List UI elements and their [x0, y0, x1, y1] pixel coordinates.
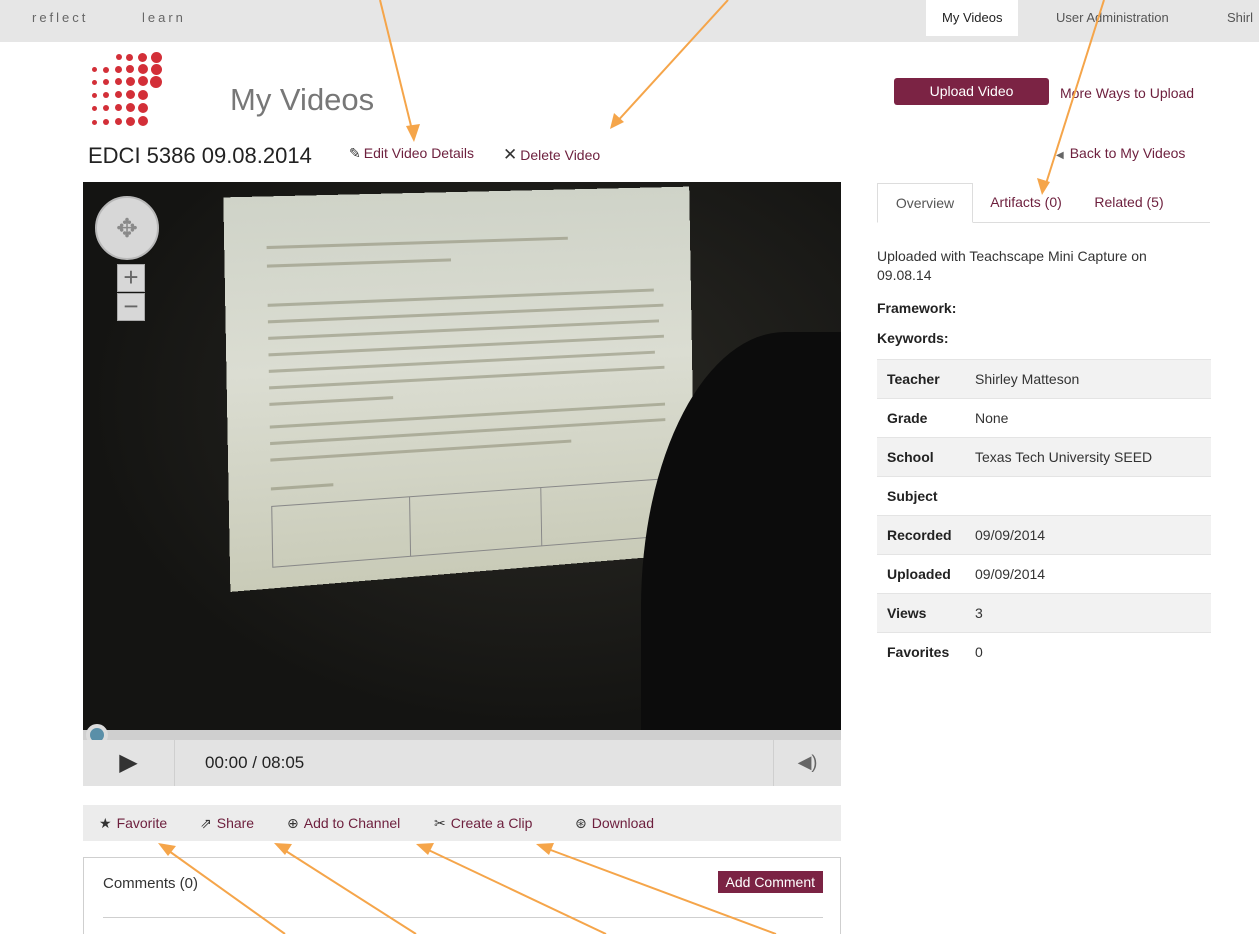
detail-key: Favorites [877, 632, 965, 672]
star-icon: ★ [99, 815, 112, 831]
delete-video-link[interactable]: ✕ Delete Video [503, 145, 600, 165]
top-bar: reflect learn My Videos User Administrat… [0, 0, 1259, 42]
play-icon: ▶ [119, 749, 138, 776]
detail-value: None [965, 398, 1211, 438]
arrowhead-favorite [158, 843, 176, 856]
arrowhead-channel [416, 843, 434, 855]
table-row: Recorded 09/09/2014 [877, 515, 1211, 555]
video-screen[interactable]: ✥ + − [83, 182, 841, 730]
arrowhead-delete [610, 113, 624, 129]
detail-value: Texas Tech University SEED [965, 437, 1211, 477]
detail-key: Recorded [877, 515, 965, 555]
detail-value: 09/09/2014 [965, 515, 1211, 555]
video-details-table: Teacher Shirley Matteson Grade None School… [877, 359, 1211, 672]
detail-key: Grade [877, 398, 965, 438]
zoom-in-button[interactable]: + [117, 264, 145, 292]
detail-key: Uploaded [877, 554, 965, 594]
upload-info: Uploaded with Teachscape Mini Capture on… [877, 248, 1147, 283]
favorite-label: Favorite [116, 815, 168, 831]
nav-user-menu[interactable]: Shirl [1227, 0, 1253, 36]
download-button[interactable]: ⊛ Download [575, 815, 654, 832]
tab-related[interactable]: Related (5) [1087, 183, 1171, 223]
brand-learn[interactable]: learn [142, 10, 186, 25]
share-icon: ⇗ [200, 815, 212, 831]
tab-overview[interactable]: Overview [877, 183, 973, 223]
volume-icon: ◀) [797, 752, 818, 772]
detail-value: 0 [965, 632, 1211, 672]
detail-value [965, 476, 1211, 516]
detail-key: Views [877, 593, 965, 633]
tab-artifacts[interactable]: Artifacts (0) [981, 183, 1071, 223]
detail-value: 3 [965, 593, 1211, 633]
add-to-channel-button[interactable]: ⊕ Add to Channel [287, 815, 400, 832]
more-ways-to-upload-link[interactable]: More Ways to Upload [1060, 85, 1194, 101]
video-frame-slide [223, 186, 696, 592]
scissors-icon: ✂ [434, 815, 446, 831]
detail-key: School [877, 437, 965, 477]
back-link-label: Back to My Videos [1069, 145, 1186, 161]
detail-key: Subject [877, 476, 965, 516]
framework-label: Framework: [877, 300, 957, 316]
download-icon: ⊛ [575, 815, 587, 831]
brand-reflect[interactable]: reflect [32, 10, 88, 25]
video-action-bar: ★ Favorite ⇗ Share ⊕ Add to Channel ✂ Create… [83, 805, 841, 841]
table-row: Teacher Shirley Matteson [877, 359, 1211, 399]
back-to-my-videos-link[interactable]: ◀ Back to My Videos [1056, 145, 1185, 161]
favorite-button[interactable]: ★ Favorite [99, 815, 167, 832]
detail-value: 09/09/2014 [965, 554, 1211, 594]
table-row: Subject [877, 476, 1211, 516]
arrowhead-clip [536, 843, 554, 855]
table-row: Grade None [877, 398, 1211, 438]
keywords-label: Keywords: [877, 330, 949, 346]
detail-key: Teacher [877, 359, 965, 399]
table-row: Uploaded 09/09/2014 [877, 554, 1211, 594]
share-button[interactable]: ⇗ Share [200, 815, 254, 832]
delete-label: Delete Video [520, 147, 601, 163]
close-icon: ✕ [503, 145, 518, 164]
table-row: Views 3 [877, 593, 1211, 633]
arrowhead-share [274, 843, 292, 855]
plus-circle-icon: ⊕ [287, 815, 299, 831]
video-player[interactable]: ✥ + − ▶ 00:00 / 08:05 ◀) [83, 182, 841, 786]
player-controls: ▶ 00:00 / 08:05 ◀) [83, 740, 841, 786]
info-tabs: Overview Artifacts (0) Related (5) [877, 183, 1210, 223]
volume-button[interactable]: ◀) [773, 740, 841, 786]
zoom-out-button[interactable]: − [117, 293, 145, 321]
play-button[interactable]: ▶ [83, 740, 175, 786]
upload-video-button[interactable]: Upload Video [894, 78, 1049, 105]
pan-control-icon[interactable]: ✥ [95, 196, 159, 260]
progress-bar[interactable] [83, 730, 841, 740]
comments-label: Comments (0) [103, 875, 199, 892]
add-comment-button[interactable]: Add Comment [717, 871, 823, 893]
comments-panel: Comments (0) Add Comment [83, 857, 841, 934]
edit-label: Edit Video Details [363, 145, 474, 161]
nav-user-administration[interactable]: User Administration [1056, 0, 1169, 36]
logo [88, 52, 172, 134]
table-row: Favorites 0 [877, 632, 1211, 672]
create-clip-button[interactable]: ✂ Create a Clip [434, 815, 532, 832]
download-label: Download [591, 815, 654, 831]
create-clip-label: Create a Clip [450, 815, 533, 831]
table-row: School Texas Tech University SEED [877, 437, 1211, 477]
share-label: Share [216, 815, 255, 831]
edit-icon: ✎ [349, 145, 361, 161]
page-title: My Videos [230, 82, 375, 117]
arrowhead-edit [406, 124, 420, 142]
nav-my-videos[interactable]: My Videos [926, 0, 1019, 36]
comments-divider [103, 917, 823, 918]
detail-value: Shirley Matteson [965, 359, 1211, 399]
video-title: EDCI 5386 09.08.2014 [88, 143, 312, 168]
edit-video-details-link[interactable]: ✎ Edit Video Details [349, 145, 474, 162]
add-to-channel-label: Add to Channel [303, 815, 401, 831]
time-display: 00:00 / 08:05 [205, 753, 305, 772]
back-arrow-icon: ◀ [1056, 150, 1064, 161]
